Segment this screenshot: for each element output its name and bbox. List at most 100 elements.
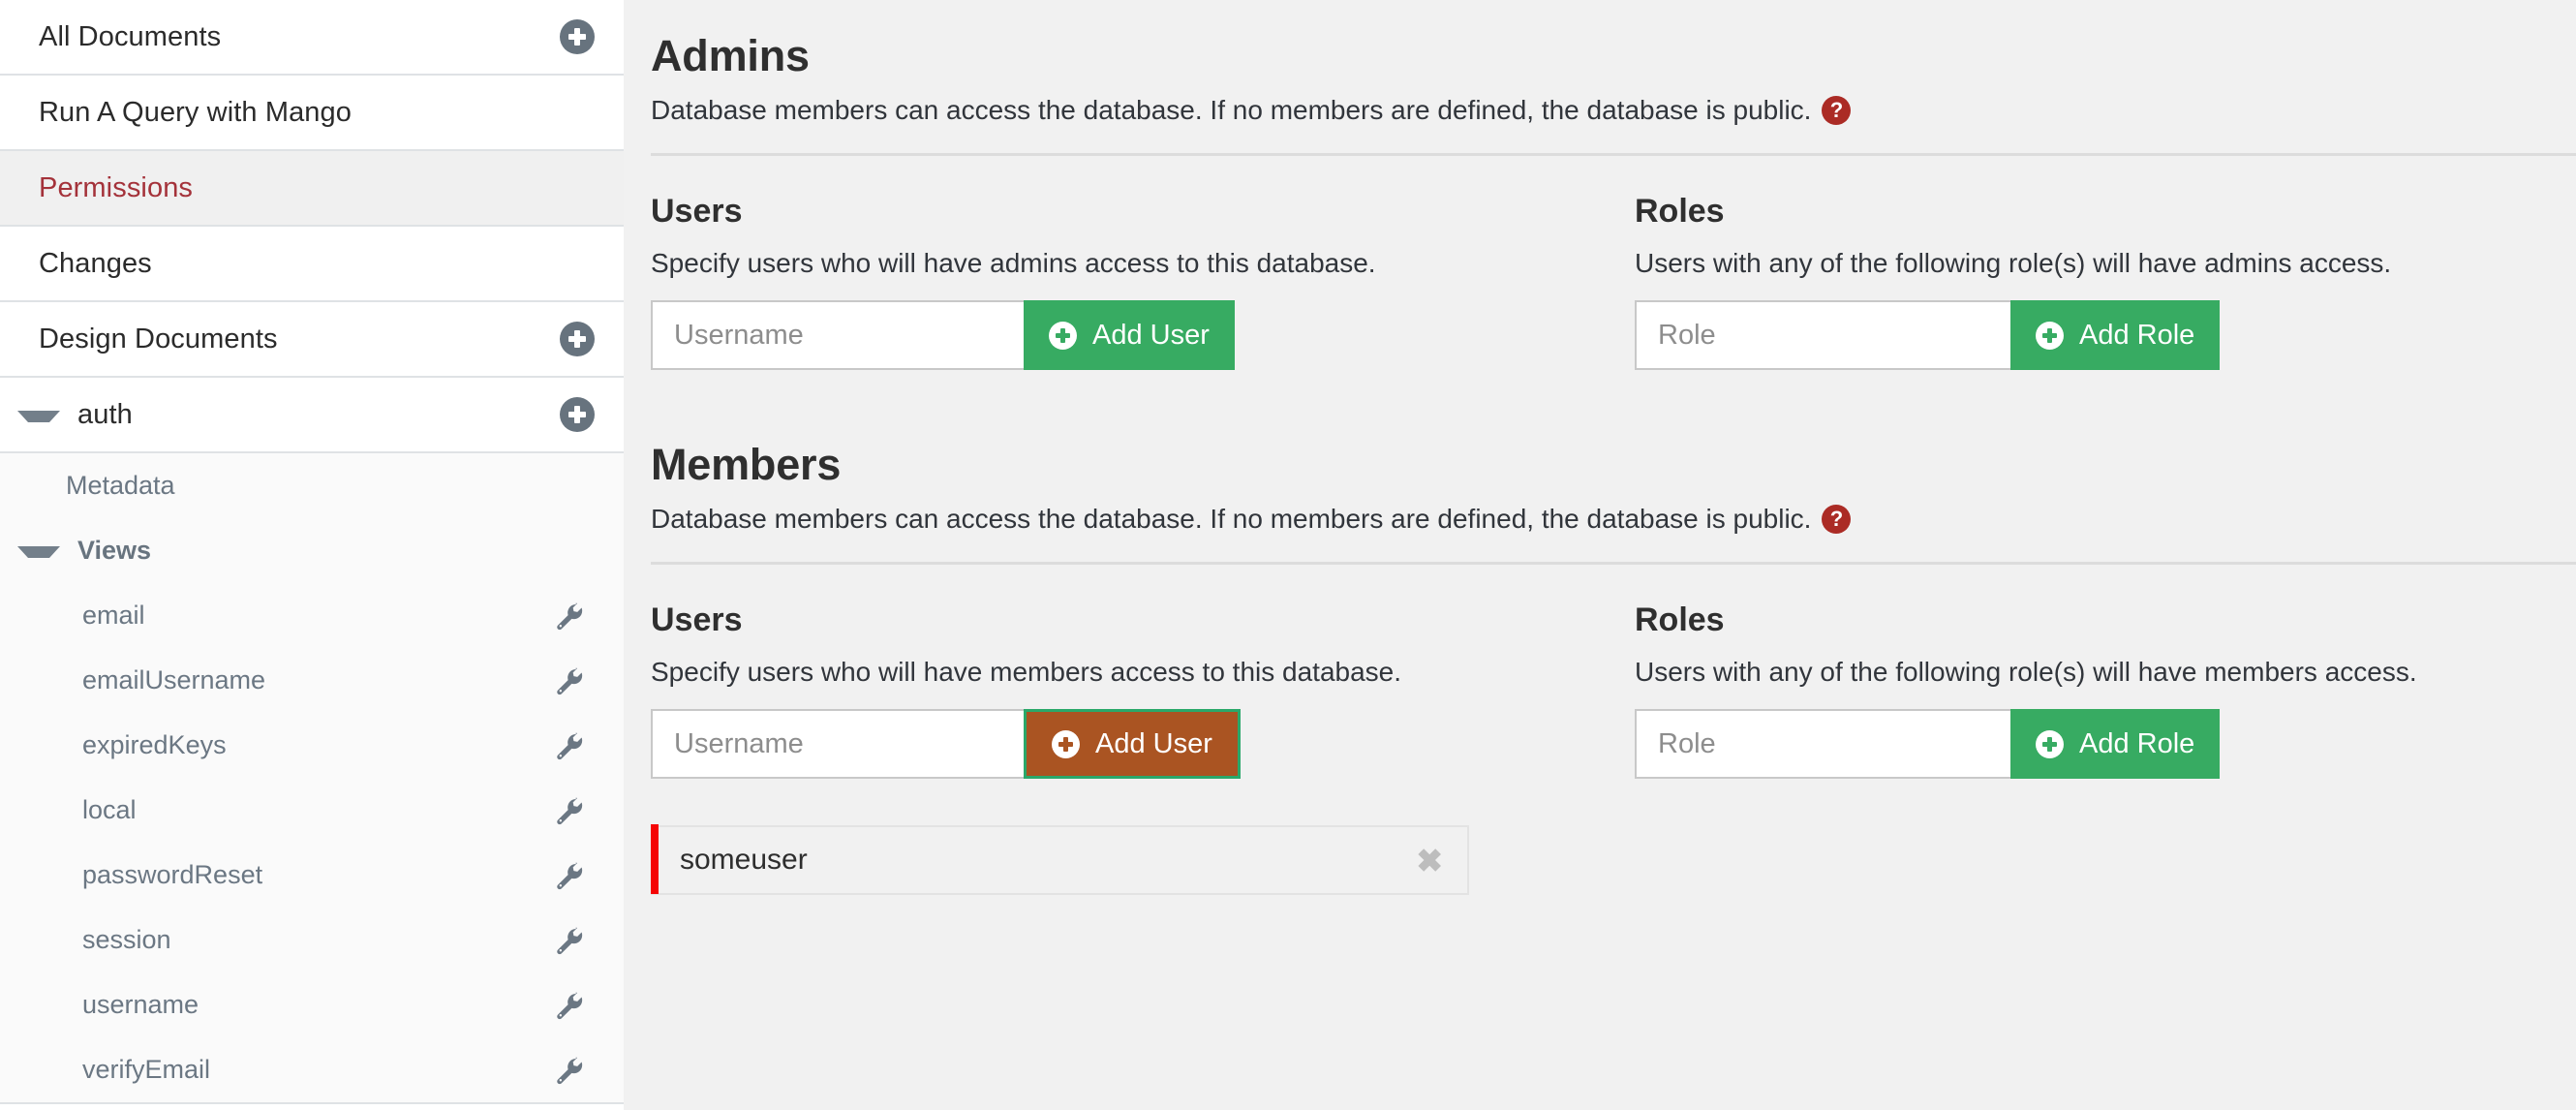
close-icon[interactable]: ✖ [1416, 845, 1467, 877]
sidebar-item-label: auth [77, 398, 133, 430]
sidebar-item-label: Run A Query with Mango [39, 96, 352, 128]
wrench-icon[interactable] [554, 796, 583, 825]
chevron-down-icon[interactable] [17, 546, 60, 558]
sidebar: All Documents Run A Query with Mango Per… [0, 0, 624, 1110]
wrench-icon[interactable] [554, 991, 583, 1020]
tree-item-label: email [82, 601, 145, 630]
admins-users-column: Users Specify users who will have admins… [651, 193, 1635, 370]
tree-item-view[interactable]: email [0, 583, 624, 648]
sidebar-item-design-documents[interactable]: Design Documents [0, 302, 624, 378]
plus-circle-icon[interactable] [560, 322, 595, 356]
tree-item-view[interactable]: session [0, 908, 624, 972]
sidebar-nav-list: All Documents Run A Query with Mango Per… [0, 0, 624, 1104]
plus-circle-icon [1052, 729, 1080, 758]
wrench-icon[interactable] [554, 1056, 583, 1085]
tree-item-label: Metadata [66, 471, 175, 500]
admins-roles-column: Roles Users with any of the following ro… [1635, 193, 2576, 370]
members-users-column: Users Specify users who will have member… [651, 601, 1635, 895]
members-add-user-button[interactable]: Add User [1024, 709, 1241, 779]
members-users-input-group: Username Add User [651, 709, 1635, 779]
tree-item-label: emailUsername [82, 665, 266, 694]
admins-roles-description: Users with any of the following role(s) … [1635, 248, 2392, 278]
admins-username-input[interactable]: Username [651, 300, 1024, 370]
divider [651, 562, 2576, 565]
members-roles-input-group: Role Add Role [1635, 709, 2576, 779]
sidebar-item-label: All Documents [39, 20, 222, 52]
members-roles-title: Roles [1635, 601, 1725, 638]
members-columns: Users Specify users who will have member… [651, 601, 2576, 895]
members-section: Members Database members can access the … [651, 370, 2576, 895]
tree-item-view[interactable]: username [0, 972, 624, 1037]
admins-users-description: Specify users who will have admins acces… [651, 248, 1376, 278]
sidebar-item-label: Permissions [39, 171, 194, 203]
plus-circle-icon[interactable] [560, 19, 595, 54]
members-description: Database members can access the database… [651, 504, 1812, 534]
members-username-input[interactable]: Username [651, 709, 1024, 779]
tree-item-view[interactable]: passwordReset [0, 843, 624, 908]
admins-description: Database members can access the database… [651, 95, 1812, 125]
tree-item-view[interactable]: local [0, 778, 624, 843]
members-add-role-label: Add Role [2079, 727, 2195, 759]
plus-circle-icon [2036, 729, 2064, 758]
page-title-members: Members [651, 440, 842, 489]
plus-circle-icon [2036, 321, 2064, 350]
sidebar-item-run-a-query-with-mango[interactable]: Run A Query with Mango [0, 76, 624, 151]
admins-add-role-label: Add Role [2079, 319, 2195, 351]
sidebar-item-label: Design Documents [39, 323, 278, 355]
help-icon[interactable]: ? [1822, 96, 1852, 125]
members-add-user-label: Add User [1095, 727, 1212, 759]
admins-role-input[interactable]: Role [1635, 300, 2010, 370]
members-description-row: Database members can access the database… [651, 504, 2576, 535]
tree-item-label: expiredKeys [82, 730, 227, 759]
divider [651, 153, 2576, 156]
tree-item-label: passwordReset [82, 860, 263, 889]
wrench-icon[interactable] [554, 601, 583, 631]
members-roles-column: Roles Users with any of the following ro… [1635, 601, 2576, 895]
tree-item-label: local [82, 795, 137, 824]
plus-circle-icon [1049, 321, 1077, 350]
members-users-description: Specify users who will have members acce… [651, 657, 1402, 687]
admins-section: Admins Database members can access the d… [651, 0, 2576, 370]
members-user-entry-label: someuser [680, 844, 808, 876]
admins-description-row: Database members can access the database… [651, 95, 2576, 126]
members-add-role-button[interactable]: Add Role [2010, 709, 2221, 779]
sidebar-item-label: Changes [39, 247, 152, 279]
members-users-title: Users [651, 601, 743, 638]
chevron-down-icon[interactable] [17, 410, 60, 422]
tree-item-label: username [82, 990, 199, 1019]
wrench-icon[interactable] [554, 861, 583, 890]
couchdb-permissions-screen: All Documents Run A Query with Mango Per… [0, 0, 2576, 1110]
wrench-icon[interactable] [554, 731, 583, 760]
members-role-input[interactable]: Role [1635, 709, 2010, 779]
wrench-icon[interactable] [554, 666, 583, 695]
sidebar-item-auth[interactable]: auth [0, 378, 624, 453]
tree-item-view[interactable]: verifyEmail [0, 1037, 624, 1102]
sidebar-item-changes[interactable]: Changes [0, 227, 624, 302]
page-title-admins: Admins [651, 31, 810, 80]
tree-group-label: Views [77, 536, 152, 565]
tree-item-metadata[interactable]: Metadata [0, 453, 624, 518]
entry-accent-bar [651, 824, 659, 894]
design-doc-tree: Metadata Views email emailUsername expir… [0, 453, 624, 1104]
admins-roles-input-group: Role Add Role [1635, 300, 2576, 370]
admins-users-input-group: Username Add User [651, 300, 1635, 370]
main-panel: Admins Database members can access the d… [624, 0, 2576, 1110]
admins-add-role-button[interactable]: Add Role [2010, 300, 2221, 370]
tree-item-view[interactable]: emailUsername [0, 648, 624, 713]
members-user-entry[interactable]: someuser ✖ [651, 824, 1469, 895]
help-icon[interactable]: ? [1822, 505, 1852, 534]
tree-item-view[interactable]: expiredKeys [0, 713, 624, 778]
members-roles-description: Users with any of the following role(s) … [1635, 657, 2417, 687]
admins-users-title: Users [651, 193, 743, 230]
admins-roles-title: Roles [1635, 193, 1725, 230]
admins-add-user-button[interactable]: Add User [1024, 300, 1235, 370]
tree-group-views[interactable]: Views [0, 518, 624, 583]
wrench-icon[interactable] [554, 926, 583, 955]
admins-add-user-label: Add User [1092, 319, 1210, 351]
sidebar-item-permissions[interactable]: Permissions [0, 151, 624, 227]
sidebar-item-all-documents[interactable]: All Documents [0, 0, 624, 76]
tree-item-label: session [82, 925, 171, 954]
admins-columns: Users Specify users who will have admins… [651, 193, 2576, 370]
tree-item-label: verifyEmail [82, 1055, 211, 1084]
plus-circle-icon[interactable] [560, 397, 595, 432]
